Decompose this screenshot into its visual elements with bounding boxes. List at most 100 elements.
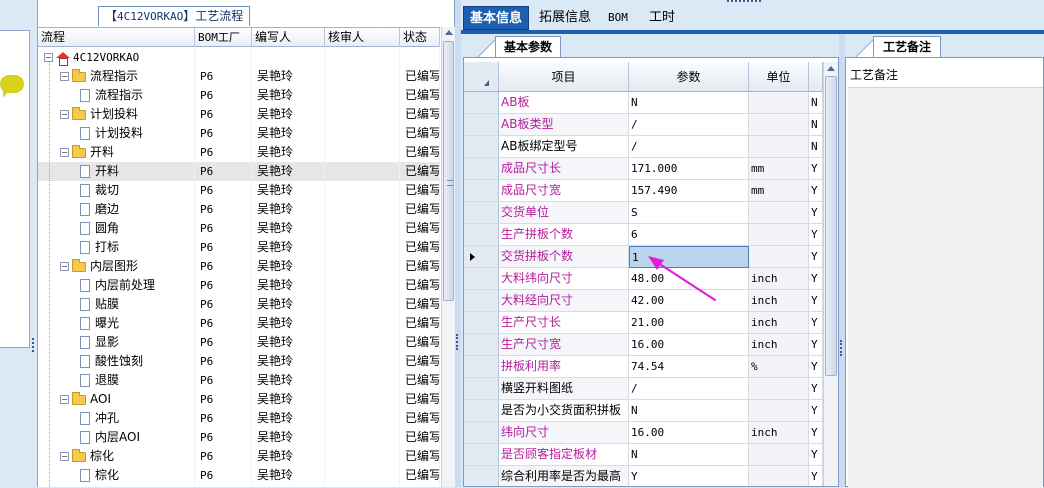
row-indicator[interactable] — [464, 444, 499, 466]
row-indicator[interactable] — [464, 466, 499, 486]
param-row[interactable]: 生产尺寸长 21.00 inch Y — [464, 312, 823, 334]
param-row[interactable]: 大料纬向尺寸 48.00 inch Y — [464, 268, 823, 290]
column-header-param[interactable]: 参数 — [629, 62, 749, 92]
param-unit-cell[interactable] — [749, 400, 809, 422]
tab-work-hours[interactable]: 工时 — [643, 6, 681, 30]
param-row[interactable]: 是否为小交货面积拼板 N Y — [464, 400, 823, 422]
param-value-cell[interactable]: N — [629, 444, 749, 466]
param-row[interactable]: 是否顾客指定板材 N Y — [464, 444, 823, 466]
param-unit-cell[interactable]: inch — [749, 334, 809, 356]
tree-row[interactable]: 计划投料 P6 吴艳玲 已编写 — [38, 124, 440, 143]
param-row[interactable]: AB板绑定型号 / N — [464, 136, 823, 158]
tree-row[interactable]: 显影 P6 吴艳玲 已编写 — [38, 333, 440, 352]
column-header-item[interactable]: 项目 — [499, 62, 629, 92]
tree-row[interactable]: 酸性蚀刻 P6 吴艳玲 已编写 — [38, 352, 440, 371]
row-indicator[interactable] — [464, 224, 499, 246]
param-value-cell[interactable]: 157.490 — [629, 180, 749, 202]
tree-row[interactable]: 退膜 P6 吴艳玲 已编写 — [38, 371, 440, 390]
param-row[interactable]: AB板类型 / N — [464, 114, 823, 136]
param-row[interactable]: AB板 N N — [464, 92, 823, 114]
tree-row[interactable]: − 内层图形 P6 吴艳玲 已编写 — [38, 257, 440, 276]
param-unit-cell[interactable]: inch — [749, 422, 809, 444]
param-unit-cell[interactable] — [749, 202, 809, 224]
collapse-toggle-icon[interactable]: − — [60, 452, 69, 461]
collapse-toggle-icon[interactable]: − — [60, 72, 69, 81]
param-unit-cell[interactable] — [749, 246, 809, 268]
tree-row[interactable]: 裁切 P6 吴艳玲 已编写 — [38, 181, 440, 200]
tree-row[interactable]: 打标 P6 吴艳玲 已编写 — [38, 238, 440, 257]
tree-row[interactable]: − AOI P6 吴艳玲 已编写 — [38, 390, 440, 409]
row-header-corner[interactable] — [464, 62, 499, 92]
param-row[interactable]: 交货单位 S Y — [464, 202, 823, 224]
tree-panel-title-tab[interactable]: 【4C12VORKAO】工艺流程 — [98, 6, 251, 26]
param-unit-cell[interactable]: mm — [749, 158, 809, 180]
scroll-thumb[interactable] — [443, 41, 454, 301]
row-indicator[interactable] — [464, 400, 499, 422]
tab-extended-info[interactable]: 拓展信息 — [533, 6, 597, 30]
param-row[interactable]: 纬向尺寸 16.00 inch Y — [464, 422, 823, 444]
param-value-cell[interactable]: / — [629, 136, 749, 158]
tab-bom[interactable]: BOM — [602, 6, 634, 30]
param-unit-cell[interactable] — [749, 378, 809, 400]
tab-basic-params[interactable]: 基本参数 — [495, 36, 562, 57]
row-indicator[interactable] — [464, 422, 499, 444]
tree-params-splitter[interactable] — [455, 0, 461, 487]
param-value-cell[interactable]: N — [629, 92, 749, 114]
param-value-cell[interactable]: / — [629, 378, 749, 400]
param-row[interactable]: 成品尺寸长 171.000 mm Y — [464, 158, 823, 180]
param-unit-cell[interactable] — [749, 92, 809, 114]
tree-row[interactable]: 曝光 P6 吴艳玲 已编写 — [38, 314, 440, 333]
column-header-author[interactable]: 编写人 — [252, 28, 325, 47]
tree-row[interactable]: 流程指示 P6 吴艳玲 已编写 — [38, 86, 440, 105]
chat-bubble-icon[interactable] — [0, 75, 24, 98]
param-value-cell[interactable]: 6 — [629, 224, 749, 246]
param-value-cell[interactable]: 16.00 — [629, 334, 749, 356]
row-indicator[interactable] — [464, 356, 499, 378]
tree-row[interactable]: 贴膜 P6 吴艳玲 已编写 — [38, 295, 440, 314]
param-value-cell[interactable]: / — [629, 114, 749, 136]
tree-row[interactable]: − 流程指示 P6 吴艳玲 已编写 — [38, 67, 440, 86]
tree-vertical-scrollbar[interactable] — [441, 27, 455, 487]
param-value-cell[interactable]: 74.54 — [629, 356, 749, 378]
row-indicator[interactable] — [464, 312, 499, 334]
param-row[interactable]: 横竖开料图纸 / Y — [464, 378, 823, 400]
row-indicator[interactable] — [464, 268, 499, 290]
collapse-toggle-icon[interactable]: − — [60, 110, 69, 119]
collapse-toggle-icon[interactable]: − — [60, 148, 69, 157]
param-row[interactable]: 成品尺寸宽 157.490 mm Y — [464, 180, 823, 202]
remarks-textarea[interactable] — [848, 87, 1043, 488]
row-indicator[interactable] — [464, 114, 499, 136]
param-value-cell[interactable]: 171.000 — [629, 158, 749, 180]
row-indicator[interactable] — [464, 290, 499, 312]
tree-row[interactable]: − 4C12VORKAO — [38, 48, 440, 67]
tree-row[interactable]: 圆角 P6 吴艳玲 已编写 — [38, 219, 440, 238]
tree-row[interactable]: 开料 P6 吴艳玲 已编写 — [38, 162, 440, 181]
row-indicator[interactable] — [464, 180, 499, 202]
param-row[interactable]: 生产拼板个数 6 Y — [464, 224, 823, 246]
tree-row[interactable]: − 计划投料 P6 吴艳玲 已编写 — [38, 105, 440, 124]
column-header-status[interactable]: 状态 — [400, 28, 440, 47]
params-vertical-scrollbar[interactable] — [823, 62, 838, 486]
param-unit-cell[interactable] — [749, 114, 809, 136]
row-indicator[interactable] — [464, 378, 499, 400]
tab-process-remarks[interactable]: 工艺备注 — [873, 36, 942, 57]
row-indicator[interactable] — [464, 158, 499, 180]
left-splitter-grip[interactable] — [32, 338, 36, 352]
param-value-cell[interactable]: 21.00 — [629, 312, 749, 334]
row-indicator[interactable] — [464, 202, 499, 224]
collapse-toggle-icon[interactable]: − — [44, 53, 53, 62]
scroll-thumb[interactable] — [825, 76, 837, 376]
row-indicator[interactable] — [464, 136, 499, 158]
param-value-cell[interactable]: 16.00 — [629, 422, 749, 444]
param-unit-cell[interactable]: mm — [749, 180, 809, 202]
param-value-cell[interactable]: S — [629, 202, 749, 224]
tab-basic-info[interactable]: 基本信息 — [463, 6, 530, 30]
column-header-unit[interactable]: 单位 — [749, 62, 809, 92]
param-value-cell[interactable]: N — [629, 400, 749, 422]
tree-row[interactable]: 冲孔 P6 吴艳玲 已编写 — [38, 409, 440, 428]
param-row[interactable]: 大料经向尺寸 42.00 inch Y — [464, 290, 823, 312]
param-unit-cell[interactable] — [749, 466, 809, 486]
column-header-bom-factory[interactable]: BOM工厂 — [195, 28, 252, 47]
row-indicator[interactable] — [464, 334, 499, 356]
param-unit-cell[interactable] — [749, 444, 809, 466]
